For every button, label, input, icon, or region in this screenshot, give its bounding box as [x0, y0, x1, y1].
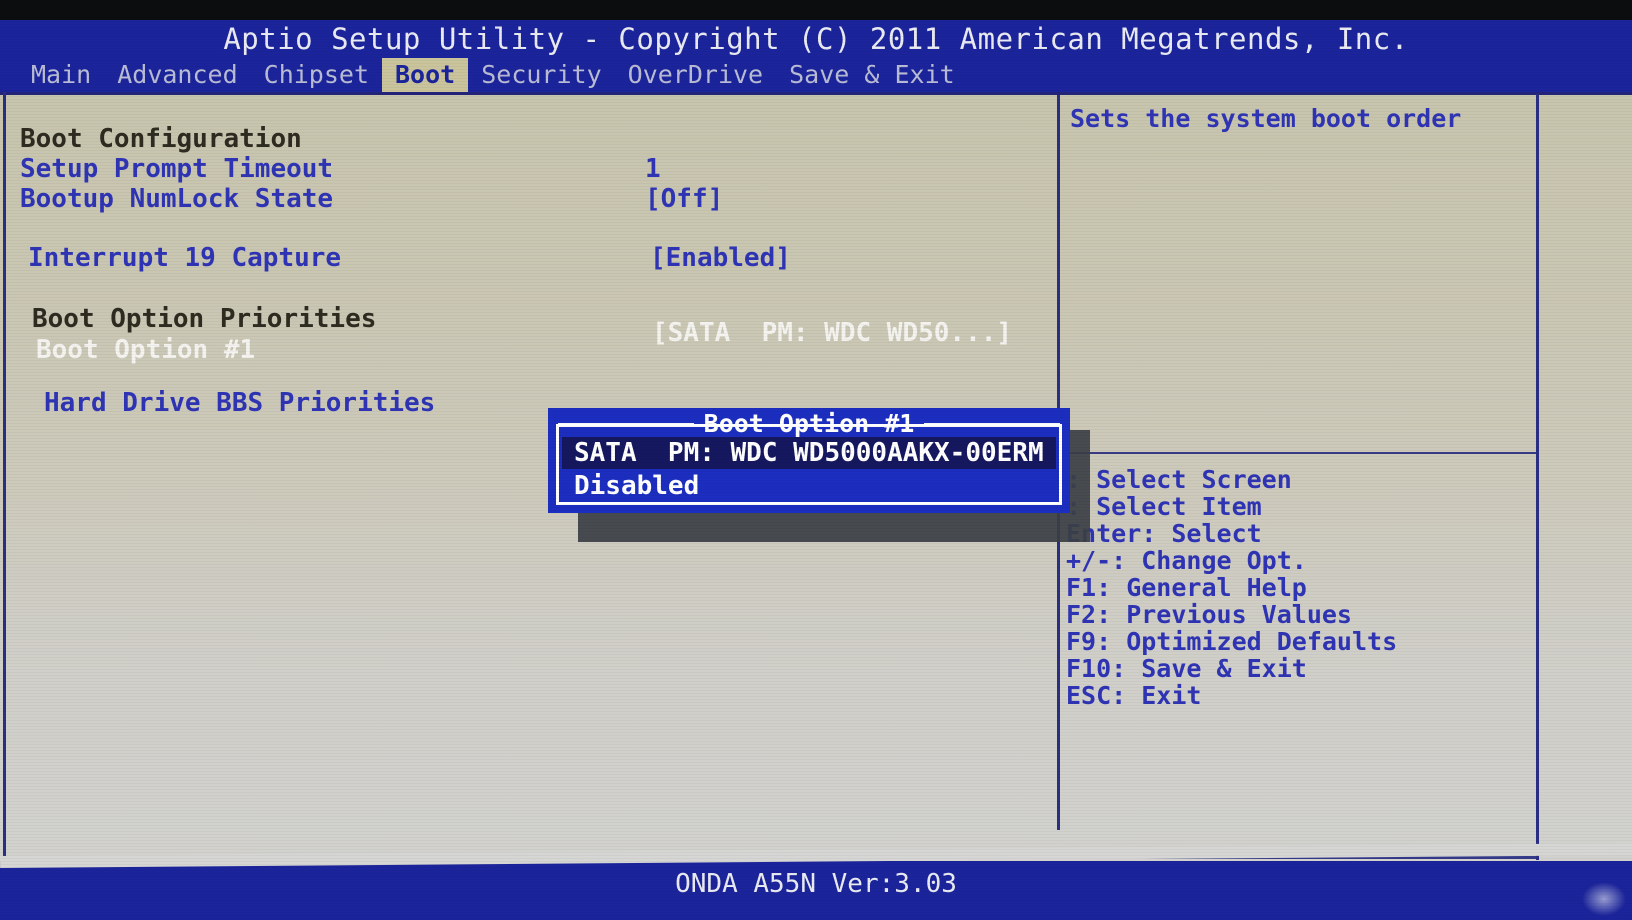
- title-bar: Aptio Setup Utility - Copyright (C) 2011…: [0, 20, 1632, 58]
- bios-panel: Aptio Setup Utility - Copyright (C) 2011…: [0, 0, 1632, 920]
- popup-rule-left: [558, 422, 694, 426]
- section-title-boot-configuration: Boot Configuration: [20, 124, 302, 154]
- setting-label-setup-prompt-timeout[interactable]: Setup Prompt Timeout: [20, 154, 333, 184]
- footer-version: ONDA A55N Ver:3.03: [675, 869, 957, 899]
- key-f1-general-help: F1: General Help: [1066, 573, 1307, 602]
- setting-label-bootup-numlock-state[interactable]: Bootup NumLock State: [20, 184, 333, 214]
- setting-value-bootup-numlock-state[interactable]: [Off]: [645, 184, 723, 214]
- link-hard-drive-bbs-priorities[interactable]: Hard Drive BBS Priorities: [44, 388, 435, 418]
- help-separator: [1060, 452, 1536, 454]
- screen-glare: [1582, 882, 1626, 916]
- setting-value-setup-prompt-timeout[interactable]: 1: [645, 154, 661, 184]
- setting-value-interrupt-19-capture[interactable]: [Enabled]: [650, 243, 791, 273]
- key-f2-previous-values: F2: Previous Values: [1066, 600, 1352, 629]
- popup-option-sata-pm-wdc[interactable]: SATA PM: WDC WD5000AAKX-00ERM: [562, 437, 1056, 469]
- tab-overdrive[interactable]: OverDrive: [615, 58, 776, 92]
- frame-right-line: [1536, 94, 1539, 860]
- tab-security[interactable]: Security: [468, 58, 614, 92]
- tab-boot[interactable]: Boot: [382, 58, 469, 92]
- key-f9-optimized-defaults: F9: Optimized Defaults: [1066, 627, 1398, 656]
- popup-title: Boot Option #1: [703, 408, 915, 438]
- setting-label-boot-option-1[interactable]: Boot Option #1: [36, 335, 255, 365]
- page-title: Aptio Setup Utility - Copyright (C) 2011…: [223, 22, 1409, 56]
- key-f10-save-exit: F10: Save & Exit: [1066, 654, 1307, 683]
- key-select-screen: : Select Screen: [1066, 465, 1292, 494]
- section-title-boot-option-priorities: Boot Option Priorities: [32, 304, 377, 334]
- tab-advanced[interactable]: Advanced: [104, 58, 250, 92]
- key-enter-select: Enter: Select: [1066, 519, 1262, 548]
- bios-screen: Aptio Setup Utility - Copyright (C) 2011…: [0, 0, 1632, 920]
- setting-label-interrupt-19-capture[interactable]: Interrupt 19 Capture: [28, 243, 341, 273]
- popup-option-disabled[interactable]: Disabled: [570, 470, 703, 502]
- setting-value-boot-option-1[interactable]: [SATA PM: WDC WD50...]: [652, 318, 1012, 348]
- key-change-opt: +/-: Change Opt.: [1066, 546, 1307, 575]
- top-letterbox: [0, 0, 1632, 22]
- boot-option-popup[interactable]: Boot Option #1 SATA PM: WDC WD5000AAKX-0…: [548, 408, 1070, 513]
- popup-rule-right: [924, 422, 1060, 426]
- help-description: Sets the system boot order: [1070, 104, 1462, 133]
- tab-main[interactable]: Main: [18, 58, 104, 92]
- menu-bar[interactable]: Main Advanced Chipset Boot Security Over…: [0, 58, 1632, 92]
- key-legend: : Select Screen : Select Item Enter: Sel…: [1066, 466, 1536, 709]
- tab-save-exit[interactable]: Save & Exit: [776, 58, 968, 92]
- key-esc-exit: ESC: Exit: [1066, 681, 1202, 710]
- popup-title-bar: Boot Option #1: [548, 408, 1070, 438]
- key-select-item: : Select Item: [1066, 492, 1262, 521]
- tab-chipset[interactable]: Chipset: [251, 58, 382, 92]
